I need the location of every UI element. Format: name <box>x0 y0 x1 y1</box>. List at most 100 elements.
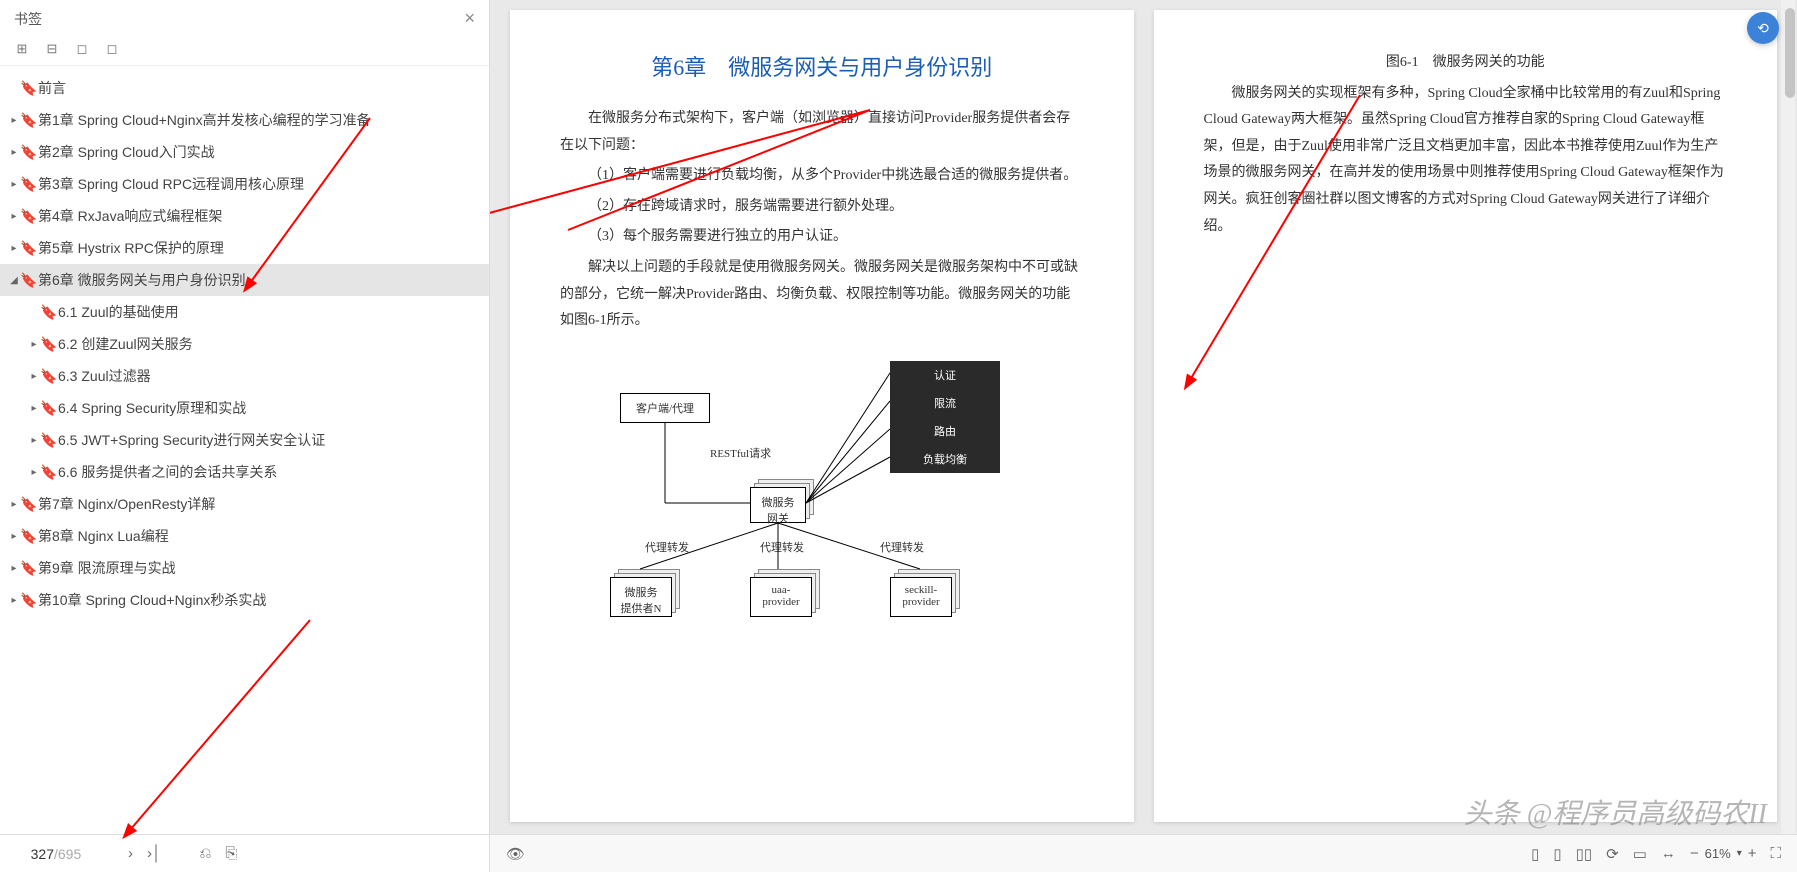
bookmark-icon: 🔖 <box>40 432 54 449</box>
page-current[interactable]: 327 <box>14 846 54 862</box>
close-icon[interactable]: × <box>464 8 475 29</box>
bookmark-label: 6.4 Spring Security原理和实战 <box>58 398 246 418</box>
last-page-icon[interactable]: ›│ <box>143 843 165 864</box>
caret-icon[interactable]: ▸ <box>8 115 20 126</box>
bookmark-item[interactable]: ▸🔖第1章 Spring Cloud+Nginx高并发核心编程的学习准备 <box>0 104 489 136</box>
zoom-out-icon[interactable]: − <box>1690 845 1699 862</box>
document-viewport[interactable]: 第6章 微服务网关与用户身份识别 在微服务分布式架构下，客户端（如浏览器）直接访… <box>490 0 1797 872</box>
caret-icon[interactable]: ◢ <box>8 275 20 286</box>
caret-icon[interactable]: ▸ <box>8 499 20 510</box>
zoom-control[interactable]: − 61% ▾ + <box>1690 845 1757 862</box>
page-left: 第6章 微服务网关与用户身份识别 在微服务分布式架构下，客户端（如浏览器）直接访… <box>510 10 1134 822</box>
bookmark-label: 第8章 Nginx Lua编程 <box>38 526 169 546</box>
bookmark-label: 第3章 Spring Cloud RPC远程调用核心原理 <box>38 174 304 194</box>
page-input[interactable]: 327 /695 <box>14 846 114 862</box>
bookmark-label: 第4章 RxJava响应式编程框架 <box>38 206 222 226</box>
bookmark-label: 6.1 Zuul的基础使用 <box>58 302 179 322</box>
fit-width-icon[interactable]: ↔ <box>1661 845 1676 862</box>
caret-icon[interactable]: ▸ <box>8 179 20 190</box>
bookmark-icon: 🔖 <box>40 464 54 481</box>
bookmark-label: 第9章 限流原理与实战 <box>38 558 176 578</box>
forward-icon[interactable]: ⎘ <box>221 843 241 864</box>
zoom-in-icon[interactable]: + <box>1748 845 1757 862</box>
bookmark-icon: 🔖 <box>20 560 34 577</box>
caret-icon[interactable]: ▸ <box>28 371 40 382</box>
bookmark-label: 第7章 Nginx/OpenResty详解 <box>38 494 215 514</box>
diagram-lines <box>560 353 1084 633</box>
bookmark-item[interactable]: ▸🔖6.4 Spring Security原理和实战 <box>0 392 489 424</box>
bookmark-icon: 🔖 <box>20 208 34 225</box>
figure-caption: 图6-1 微服务网关的功能 <box>1204 50 1728 77</box>
fit-page-icon[interactable]: ▭ <box>1633 845 1647 863</box>
bookmark-icon: 🔖 <box>20 80 34 97</box>
bookmark-outline-icon[interactable]: ◻ <box>104 41 120 57</box>
bookmark-item[interactable]: ▸🔖第3章 Spring Cloud RPC远程调用核心原理 <box>0 168 489 200</box>
add-bookmark-icon[interactable]: ⊞ <box>14 41 30 57</box>
sidebar-footer: 327 /695 › ›│ ⎌ ⎘ <box>0 834 489 872</box>
bookmark-label: 6.3 Zuul过滤器 <box>58 366 151 386</box>
bookmark-icon: 🔖 <box>40 304 54 321</box>
caret-icon[interactable]: ▸ <box>8 147 20 158</box>
status-bar: 👁 ▯ ▯ ▯▯ ⟳ ▭ ↔ − 61% ▾ + ⛶ <box>490 834 1797 872</box>
bookmark-item[interactable]: ▸🔖6.2 创建Zuul网关服务 <box>0 328 489 360</box>
caret-icon[interactable]: ▸ <box>8 531 20 542</box>
caret-icon[interactable]: ▸ <box>28 339 40 350</box>
bookmark-label: 第6章 微服务网关与用户身份识别 <box>38 270 246 290</box>
next-page-icon[interactable]: › <box>124 843 137 864</box>
bookmark-icon: 🔖 <box>40 336 54 353</box>
bookmark-item[interactable]: ▸🔖第9章 限流原理与实战 <box>0 552 489 584</box>
caret-icon[interactable]: ▸ <box>28 403 40 414</box>
chapter-title: 第6章 微服务网关与用户身份识别 <box>560 50 1084 82</box>
page-total: /695 <box>54 846 81 862</box>
architecture-diagram: 客户端/代理 RESTful请求 认证 限流 路由 负载均衡 微服务 网关 代理… <box>560 353 1084 633</box>
bookmark-item[interactable]: ▸🔖第7章 Nginx/OpenResty详解 <box>0 488 489 520</box>
bookmark-icon: 🔖 <box>20 176 34 193</box>
bookmark-icon: 🔖 <box>20 144 34 161</box>
bookmark-icon: 🔖 <box>20 496 34 513</box>
bookmark-icon: 🔖 <box>20 528 34 545</box>
bookmark-label: 6.5 JWT+Spring Security进行网关安全认证 <box>58 430 325 450</box>
fullscreen-icon[interactable]: ⛶ <box>1770 845 1781 862</box>
paragraph: （1）客户端需要进行负载均衡，从多个Provider中挑选最合适的微服务提供者。 <box>560 163 1084 190</box>
bookmark-item[interactable]: 🔖前言 <box>0 72 489 104</box>
bookmark-item[interactable]: ▸🔖第5章 Hystrix RPC保护的原理 <box>0 232 489 264</box>
bookmark-icon: 🔖 <box>40 368 54 385</box>
bookmark-icon: 🔖 <box>40 400 54 417</box>
caret-icon[interactable]: ▸ <box>8 211 20 222</box>
scrollbar[interactable] <box>1781 0 1795 834</box>
two-page-icon[interactable]: ▯▯ <box>1576 845 1593 863</box>
caret-icon[interactable]: ▸ <box>28 435 40 446</box>
bookmark-item[interactable]: ▸🔖第2章 Spring Cloud入门实战 <box>0 136 489 168</box>
eye-icon[interactable]: 👁 <box>506 845 525 863</box>
bookmark-icon[interactable]: ◻ <box>74 41 90 57</box>
bookmark-label: 第1章 Spring Cloud+Nginx高并发核心编程的学习准备 <box>38 110 371 130</box>
bookmark-label: 第5章 Hystrix RPC保护的原理 <box>38 238 224 258</box>
bookmark-item[interactable]: ▸🔖6.6 服务提供者之间的会话共享关系 <box>0 456 489 488</box>
reflow-icon[interactable]: ⟳ <box>1606 845 1619 863</box>
caret-icon[interactable]: ▸ <box>8 243 20 254</box>
paragraph: 在微服务分布式架构下，客户端（如浏览器）直接访问Provider服务提供者会存在… <box>560 106 1084 159</box>
bookmark-item[interactable]: 🔖6.1 Zuul的基础使用 <box>0 296 489 328</box>
scrollbar-thumb[interactable] <box>1785 8 1795 98</box>
assistant-float-button[interactable]: ⟲ <box>1747 12 1779 44</box>
bookmark-toolbar: ⊞ ⊟ ◻ ◻ <box>0 37 489 66</box>
bookmark-item[interactable]: ◢🔖第6章 微服务网关与用户身份识别 <box>0 264 489 296</box>
caret-icon[interactable]: ▸ <box>8 563 20 574</box>
caret-icon[interactable]: ▸ <box>28 467 40 478</box>
remove-bookmark-icon[interactable]: ⊟ <box>44 41 60 57</box>
bookmark-item[interactable]: ▸🔖第10章 Spring Cloud+Nginx秒杀实战 <box>0 584 489 616</box>
bookmark-list[interactable]: 🔖前言▸🔖第1章 Spring Cloud+Nginx高并发核心编程的学习准备▸… <box>0 66 489 834</box>
continuous-icon[interactable]: ▯ <box>1553 845 1561 863</box>
bookmark-icon: 🔖 <box>20 592 34 609</box>
bookmark-item[interactable]: ▸🔖6.3 Zuul过滤器 <box>0 360 489 392</box>
bookmark-item[interactable]: ▸🔖第8章 Nginx Lua编程 <box>0 520 489 552</box>
single-page-icon[interactable]: ▯ <box>1531 845 1539 863</box>
caret-icon[interactable]: ▸ <box>8 595 20 606</box>
bookmark-item[interactable]: ▸🔖6.5 JWT+Spring Security进行网关安全认证 <box>0 424 489 456</box>
page-right: 图6-1 微服务网关的功能 微服务网关的实现框架有多种，Spring Cloud… <box>1154 10 1778 822</box>
bookmark-icon: 🔖 <box>20 240 34 257</box>
bookmark-label: 第2章 Spring Cloud入门实战 <box>38 142 215 162</box>
back-icon[interactable]: ⎌ <box>195 843 215 864</box>
paragraph: 解决以上问题的手段就是使用微服务网关。微服务网关是微服务架构中不可或缺的部分，它… <box>560 255 1084 335</box>
bookmark-item[interactable]: ▸🔖第4章 RxJava响应式编程框架 <box>0 200 489 232</box>
